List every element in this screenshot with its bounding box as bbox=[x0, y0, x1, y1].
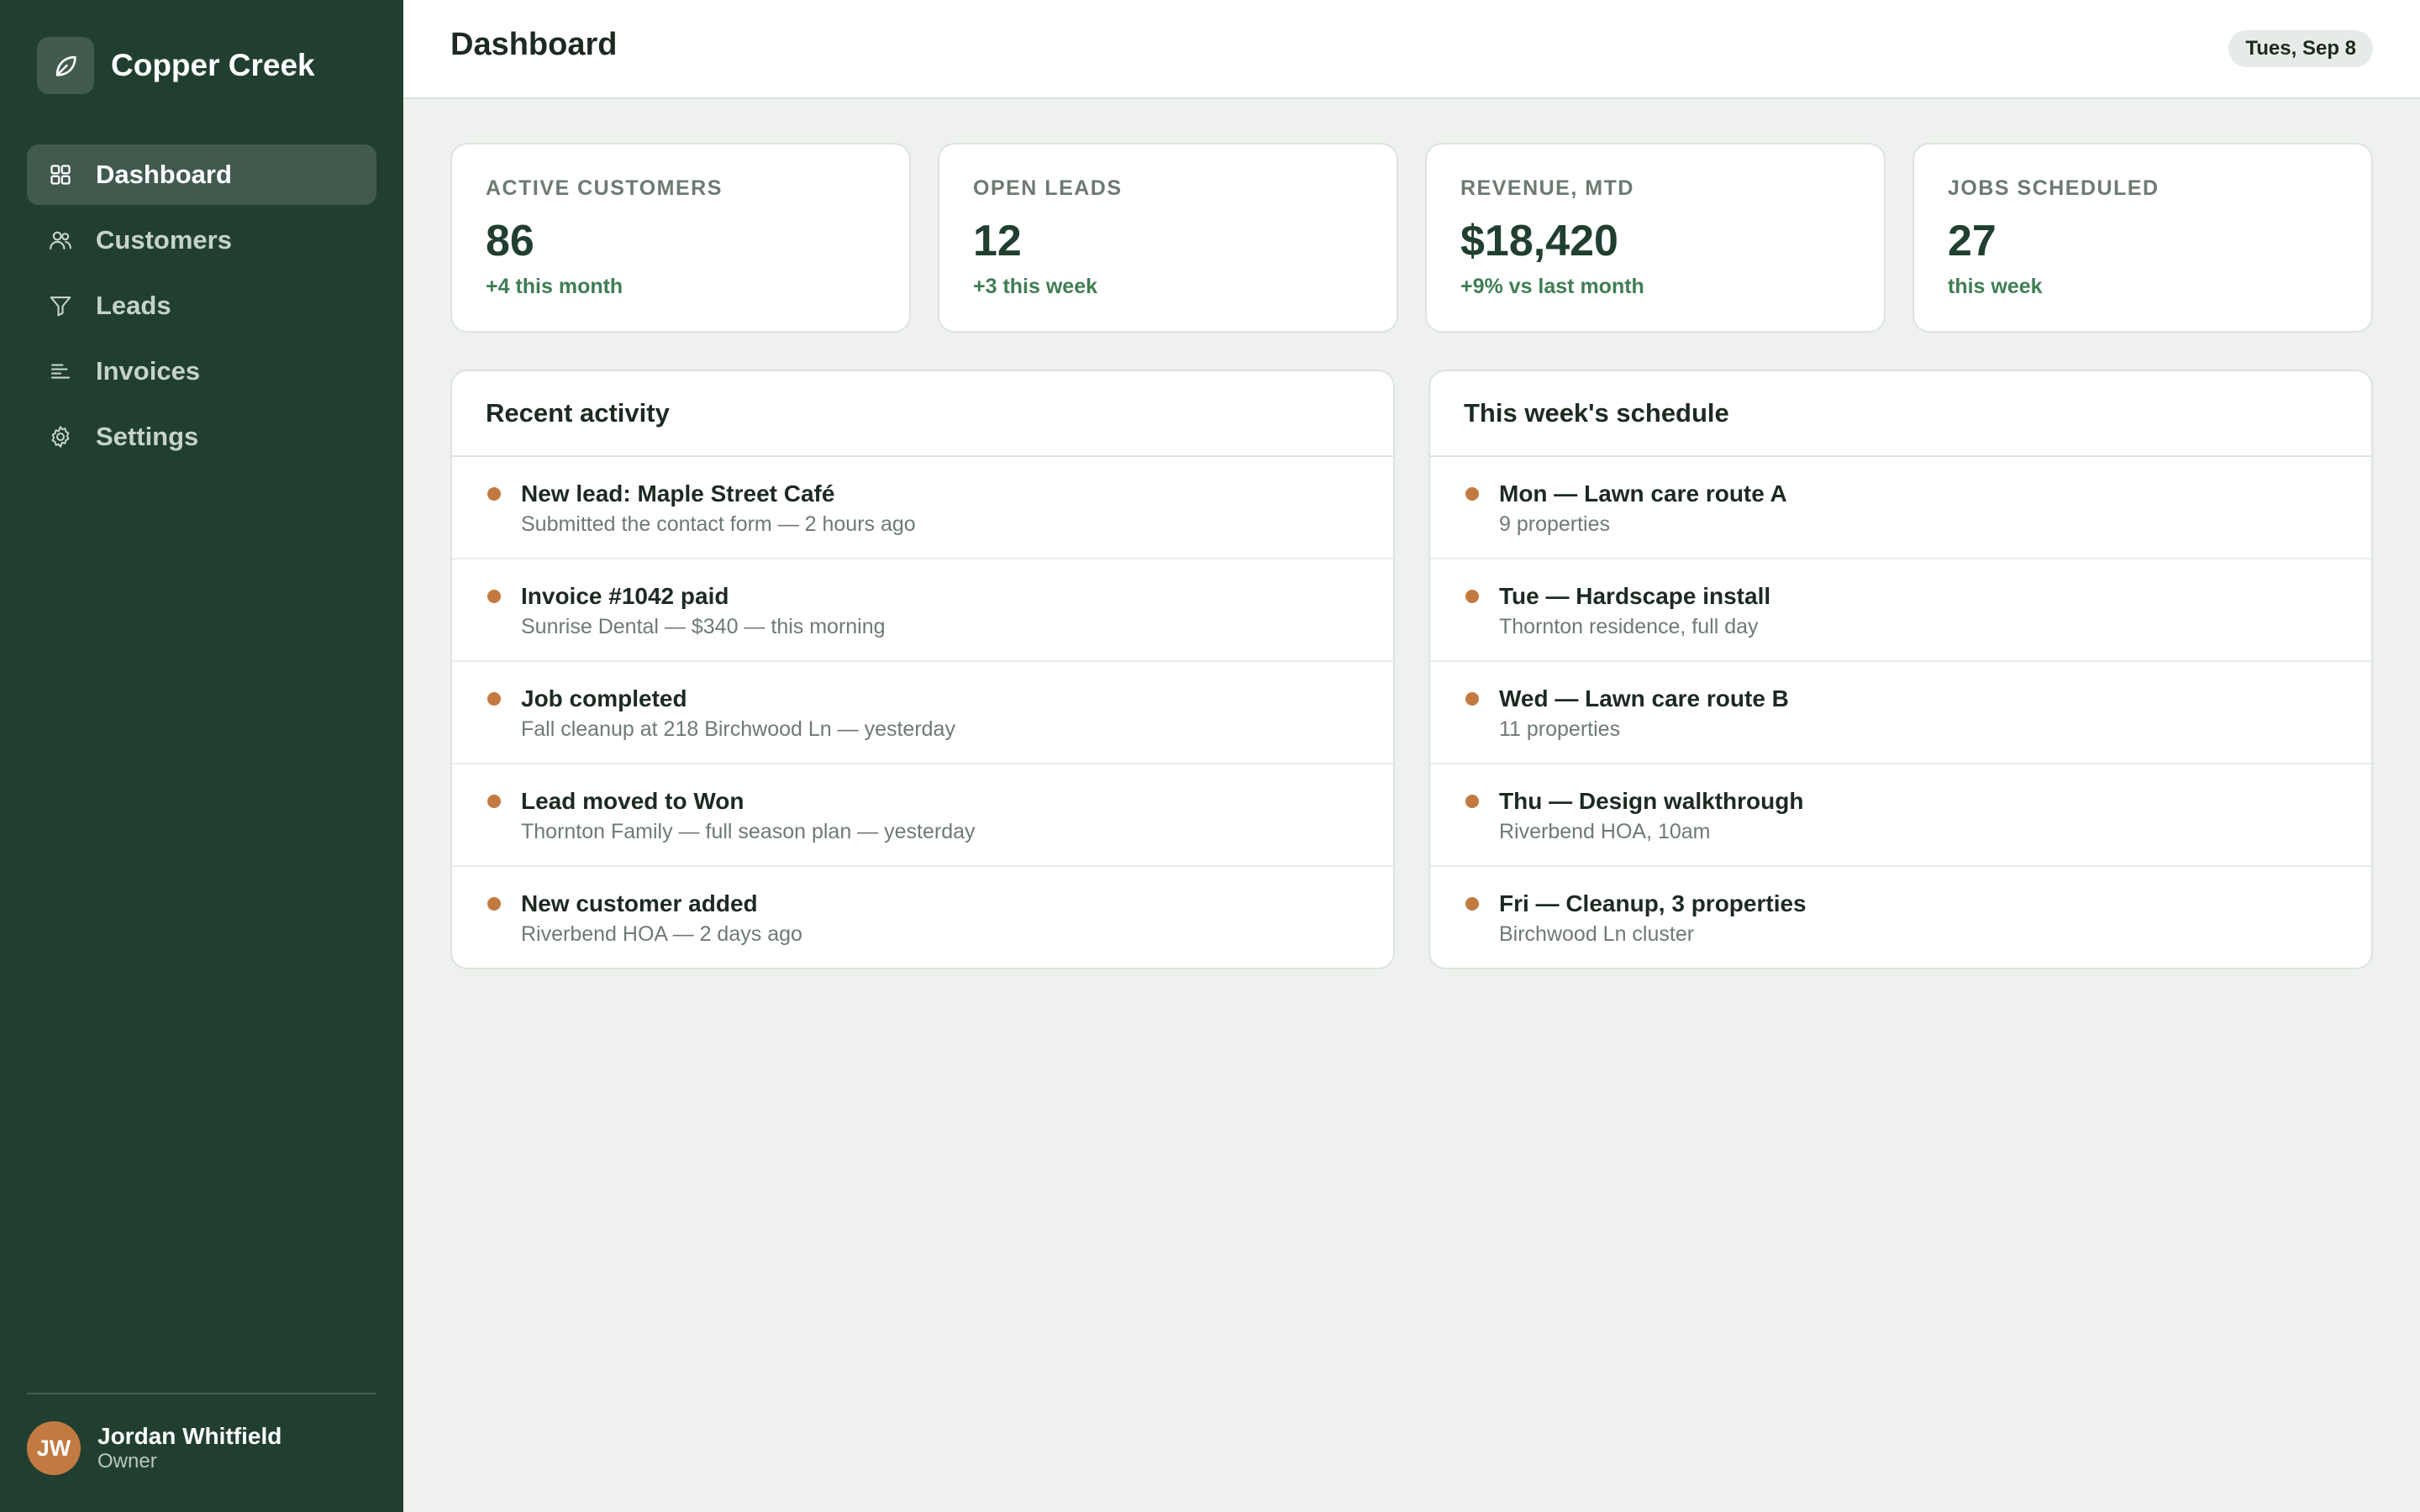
list-item[interactable]: Thu — Design walkthrough Riverbend HOA, … bbox=[1430, 764, 2371, 867]
bullet-dot-icon bbox=[1465, 487, 1479, 501]
stat-value: 86 bbox=[486, 217, 534, 265]
list-item-title: Job completed bbox=[521, 685, 687, 711]
sidebar-item-label: Dashboard bbox=[96, 160, 232, 189]
bullet-dot-icon bbox=[487, 795, 501, 808]
stat-card-open-leads: OPEN LEADS 12 +3 this week bbox=[938, 143, 1398, 333]
list-item-subtitle: Submitted the contact form — 2 hours ago bbox=[521, 512, 916, 536]
list-item[interactable]: Fri — Cleanup, 3 properties Birchwood Ln… bbox=[1430, 867, 2371, 968]
user-profile[interactable]: JW Jordan Whitfield Owner bbox=[27, 1421, 281, 1475]
panel-title: This week's schedule bbox=[1430, 371, 2371, 457]
list-item-subtitle: Birchwood Ln cluster bbox=[1499, 922, 1695, 946]
list-item-subtitle: 11 properties bbox=[1499, 717, 1621, 741]
sidebar-item-settings[interactable]: Settings bbox=[27, 407, 376, 467]
panels-row: Recent activity New lead: Maple Street C… bbox=[450, 370, 2373, 969]
bullet-dot-icon bbox=[487, 897, 501, 911]
sidebar-nav: Dashboard Customers Leads Invoices Setti… bbox=[27, 144, 376, 472]
leaf-icon bbox=[37, 37, 94, 94]
list-item-subtitle: Sunrise Dental — $340 — this morning bbox=[521, 615, 886, 638]
grid-icon bbox=[47, 161, 74, 188]
list-item-title: Fri — Cleanup, 3 properties bbox=[1499, 890, 1807, 916]
user-name: Jordan Whitfield bbox=[97, 1423, 282, 1449]
list-item-title: Thu — Design walkthrough bbox=[1499, 788, 1804, 814]
sidebar-item-dashboard[interactable]: Dashboard bbox=[27, 144, 376, 205]
list-item-subtitle: Fall cleanup at 218 Birchwood Ln — yeste… bbox=[521, 717, 955, 741]
bullet-dot-icon bbox=[1465, 795, 1479, 808]
stat-card-active-customers: ACTIVE CUSTOMERS 86 +4 this month bbox=[450, 143, 911, 333]
avatar: JW bbox=[27, 1421, 81, 1475]
list-item[interactable]: New lead: Maple Street Café Submitted th… bbox=[452, 457, 1393, 559]
stat-delta: +9% vs last month bbox=[1460, 275, 1644, 298]
list-item-subtitle: Thornton Family — full season plan — yes… bbox=[521, 820, 976, 843]
sidebar-item-label: Invoices bbox=[96, 356, 201, 386]
bullet-dot-icon bbox=[487, 590, 501, 603]
page-title: Dashboard bbox=[450, 27, 618, 62]
stat-value: 27 bbox=[1948, 217, 1996, 265]
recent-activity-panel: Recent activity New lead: Maple Street C… bbox=[450, 370, 1395, 969]
stat-delta: +3 this week bbox=[973, 275, 1097, 298]
list-item-title: New customer added bbox=[521, 890, 758, 916]
list-item-title: Wed — Lawn care route B bbox=[1499, 685, 1789, 711]
stat-card-revenue-mtd: REVENUE, MTD $18,420 +9% vs last month bbox=[1425, 143, 1886, 333]
sidebar-divider bbox=[27, 1393, 376, 1394]
list-item[interactable]: New customer added Riverbend HOA — 2 day… bbox=[452, 867, 1393, 968]
list-item-title: Mon — Lawn care route A bbox=[1499, 480, 1787, 507]
panel-title: Recent activity bbox=[452, 371, 1393, 457]
list-item[interactable]: Invoice #1042 paid Sunrise Dental — $340… bbox=[452, 559, 1393, 662]
list-item-subtitle: 9 properties bbox=[1499, 512, 1611, 536]
list-item-subtitle: Riverbend HOA — 2 days ago bbox=[521, 922, 802, 946]
bullet-dot-icon bbox=[487, 487, 501, 501]
gear-icon bbox=[47, 423, 74, 450]
stat-card-jobs-scheduled: JOBS SCHEDULED 27 this week bbox=[1912, 143, 2373, 333]
header: Dashboard Tues, Sep 8 bbox=[403, 0, 2420, 99]
stat-label: ACTIVE CUSTOMERS bbox=[486, 176, 723, 200]
sidebar-item-customers[interactable]: Customers bbox=[27, 210, 376, 270]
sidebar-item-label: Leads bbox=[96, 291, 171, 320]
brand-name: Copper Creek bbox=[111, 48, 315, 82]
stat-label: OPEN LEADS bbox=[973, 176, 1123, 200]
list-item-title: New lead: Maple Street Café bbox=[521, 480, 835, 507]
bullet-dot-icon bbox=[1465, 692, 1479, 706]
stat-label: JOBS SCHEDULED bbox=[1948, 176, 2160, 200]
date-badge: Tues, Sep 8 bbox=[2228, 30, 2373, 67]
filter-icon bbox=[47, 292, 74, 319]
list-item-subtitle: Thornton residence, full day bbox=[1499, 615, 1759, 638]
stat-value: 12 bbox=[973, 217, 1022, 265]
user-info: Jordan Whitfield Owner bbox=[97, 1423, 281, 1473]
sidebar-item-label: Settings bbox=[96, 422, 199, 451]
list-item-title: Invoice #1042 paid bbox=[521, 583, 729, 609]
stat-label: REVENUE, MTD bbox=[1460, 176, 1634, 200]
stat-delta: +4 this month bbox=[486, 275, 623, 298]
stat-delta: this week bbox=[1948, 275, 2043, 298]
list-item-title: Lead moved to Won bbox=[521, 788, 744, 814]
bullet-dot-icon bbox=[1465, 897, 1479, 911]
list-item[interactable]: Mon — Lawn care route A 9 properties bbox=[1430, 457, 2371, 559]
list-item-title: Tue — Hardscape install bbox=[1499, 583, 1771, 609]
sidebar: Copper Creek Dashboard Customers Leads I… bbox=[0, 0, 403, 1512]
brand[interactable]: Copper Creek bbox=[37, 37, 315, 94]
list-item-subtitle: Riverbend HOA, 10am bbox=[1499, 820, 1711, 843]
list-item[interactable]: Tue — Hardscape install Thornton residen… bbox=[1430, 559, 2371, 662]
stats-row: ACTIVE CUSTOMERS 86 +4 this month OPEN L… bbox=[450, 143, 2373, 333]
list-item[interactable]: Job completed Fall cleanup at 218 Birchw… bbox=[452, 662, 1393, 764]
stat-value: $18,420 bbox=[1460, 217, 1618, 265]
sidebar-item-invoices[interactable]: Invoices bbox=[27, 341, 376, 402]
schedule-panel: This week's schedule Mon — Lawn care rou… bbox=[1428, 370, 2373, 969]
sidebar-item-label: Customers bbox=[96, 225, 232, 255]
user-role: Owner bbox=[97, 1450, 157, 1473]
bullet-dot-icon bbox=[487, 692, 501, 706]
sidebar-item-leads[interactable]: Leads bbox=[27, 276, 376, 336]
list-icon bbox=[47, 358, 74, 385]
users-icon bbox=[47, 227, 74, 254]
bullet-dot-icon bbox=[1465, 590, 1479, 603]
list-item[interactable]: Lead moved to Won Thornton Family — full… bbox=[452, 764, 1393, 867]
list-item[interactable]: Wed — Lawn care route B 11 properties bbox=[1430, 662, 2371, 764]
